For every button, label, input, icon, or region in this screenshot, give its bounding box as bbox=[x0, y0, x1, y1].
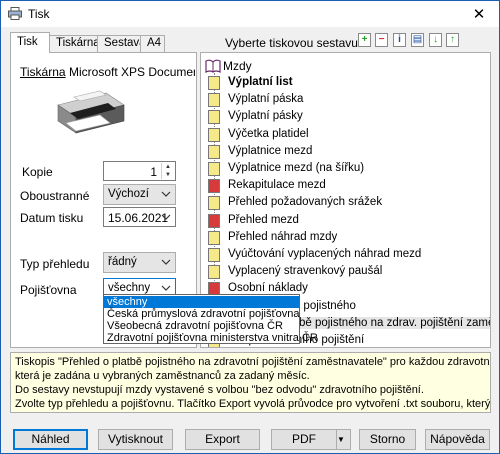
export-button[interactable]: Export bbox=[185, 429, 260, 450]
printer-link[interactable]: Tiskárna bbox=[20, 65, 66, 79]
report-tree-item-label: Výplatnice mezd (na šířku) bbox=[228, 162, 365, 174]
window-title: Tisk bbox=[28, 7, 50, 21]
duplex-select[interactable]: Výchozí bbox=[103, 184, 176, 205]
move-up-icon[interactable]: ↑ bbox=[446, 33, 459, 47]
copy-icon[interactable]: ▤ bbox=[411, 33, 424, 47]
report-tree-item-label: Výčetka platidel bbox=[228, 127, 309, 140]
cancel-button[interactable]: Storno bbox=[359, 429, 416, 450]
close-button[interactable]: ✕ bbox=[459, 1, 499, 27]
report-document-icon bbox=[208, 248, 220, 262]
insurer-option[interactable]: všechny bbox=[104, 296, 299, 308]
report-tree-item-label: Přehled požadovaných srážek bbox=[228, 196, 383, 209]
report-tree-item-label: Vyplacený stravenkový paušál bbox=[228, 265, 383, 278]
copies-stepper[interactable]: 1 ▲ ▼ bbox=[103, 161, 176, 181]
report-document-icon bbox=[208, 110, 220, 125]
report-description: Tiskopis "Přehled o platbě pojistného na… bbox=[10, 352, 491, 413]
copies-value: 1 bbox=[150, 165, 157, 179]
preview-button[interactable]: Náhled bbox=[13, 429, 88, 450]
report-document-icon bbox=[208, 93, 220, 108]
tab-tiskarna[interactable]: Tiskárna bbox=[49, 35, 100, 52]
pdf-split-button[interactable]: PDF ▼ bbox=[271, 429, 351, 450]
book-icon bbox=[205, 59, 221, 73]
remove-icon[interactable]: − bbox=[375, 33, 388, 47]
print-date-value: 15.06.2021 bbox=[108, 211, 169, 225]
insurer-value: všechny bbox=[108, 282, 151, 294]
duplex-label: Oboustranné bbox=[20, 189, 90, 203]
duplex-value: Výchozí bbox=[108, 188, 149, 200]
spin-arrows-icon[interactable]: ▲ ▼ bbox=[161, 163, 174, 179]
description-line: Do sestavy nevstupují mzdy vystavené s v… bbox=[15, 384, 424, 396]
print-date-field[interactable]: 15.06.2021 bbox=[103, 207, 176, 227]
tab-tisk[interactable]: Tisk bbox=[10, 32, 50, 53]
report-tree-item-label: Vyúčtování vyplacených náhrad mezd bbox=[228, 248, 422, 260]
add-icon[interactable]: + bbox=[358, 33, 371, 47]
report-tree-item-label: Výplatní list bbox=[228, 76, 293, 88]
insurer-option[interactable]: Zdravotní pojišťovna ministerstva vnitra… bbox=[104, 332, 318, 344]
report-document-icon bbox=[208, 162, 220, 176]
report-tree-title: Vyberte tiskovou sestavu bbox=[225, 36, 358, 50]
report-tree-item-label: Výplatnice mezd bbox=[228, 144, 313, 157]
description-line: Zvolte typ přehledu a pojišťovnu. Tlačít… bbox=[15, 398, 491, 410]
info-icon[interactable]: i bbox=[393, 33, 406, 47]
report-document-icon bbox=[208, 179, 220, 194]
title-bar: Tisk ✕ bbox=[1, 1, 499, 27]
overview-type-label: Typ přehledu bbox=[20, 257, 90, 271]
move-down-icon[interactable]: ↓ bbox=[429, 33, 442, 47]
chevron-down-icon[interactable] bbox=[161, 212, 171, 222]
report-tree-item-label: Přehled mezd bbox=[228, 213, 299, 226]
report-document-icon bbox=[208, 127, 220, 142]
report-tree-item-label: Rekapitulace mezd bbox=[228, 179, 326, 192]
report-document-icon bbox=[208, 230, 220, 245]
report-document-icon bbox=[208, 196, 220, 211]
print-date-label: Datum tisku bbox=[20, 211, 84, 225]
report-tree-item-label: Výplatní pásky bbox=[228, 110, 303, 123]
overview-type-value: řádný bbox=[108, 256, 137, 268]
copies-label: Kopie bbox=[22, 165, 53, 179]
report-document-icon bbox=[208, 144, 220, 159]
insurer-label: Pojišťovna bbox=[20, 283, 77, 297]
print-dialog: Tisk ✕ Tisk Tiskárna Sestava A4 Tiskárna… bbox=[0, 0, 500, 454]
printer-name: Microsoft XPS Document W bbox=[69, 65, 195, 79]
chevron-down-icon bbox=[161, 285, 171, 291]
tab-a4[interactable]: A4 bbox=[140, 35, 165, 52]
description-line: Tiskopis "Přehled o platbě pojistného na… bbox=[15, 356, 491, 368]
report-document-icon bbox=[208, 76, 220, 90]
close-icon: ✕ bbox=[472, 6, 486, 23]
insurer-option[interactable]: Česká průmyslová zdravotní pojišťovna bbox=[104, 308, 299, 320]
description-line: která je zadána u vybraných zaměstnanců … bbox=[15, 370, 310, 382]
report-tree-item-label: Osobní náklady bbox=[228, 282, 308, 295]
report-tree-item-label: Výplatní páska bbox=[228, 93, 304, 106]
chevron-down-icon bbox=[161, 259, 171, 265]
help-button[interactable]: Nápověda bbox=[425, 429, 490, 450]
print-button[interactable]: Vytisknout bbox=[98, 429, 173, 450]
report-document-icon bbox=[208, 265, 220, 280]
tree-root-label: Mzdy bbox=[223, 59, 252, 73]
caret-down-icon[interactable]: ▼ bbox=[336, 430, 350, 449]
insurer-dropdown-list: všechny Česká průmyslová zdravotní pojiš… bbox=[103, 294, 318, 344]
report-document-icon bbox=[208, 213, 220, 228]
pdf-button-label: PDF bbox=[292, 432, 316, 446]
tab-sestava[interactable]: Sestava bbox=[97, 35, 146, 52]
overview-type-select[interactable]: řádný bbox=[103, 252, 176, 273]
report-tree-item-label: Přehled náhrad mzdy bbox=[228, 230, 338, 243]
printer-image bbox=[57, 90, 125, 134]
chevron-down-icon bbox=[161, 191, 171, 197]
printer-app-icon bbox=[8, 7, 22, 20]
insurer-option[interactable]: Všeobecná zdravotní pojišťovna ČR bbox=[104, 320, 299, 332]
